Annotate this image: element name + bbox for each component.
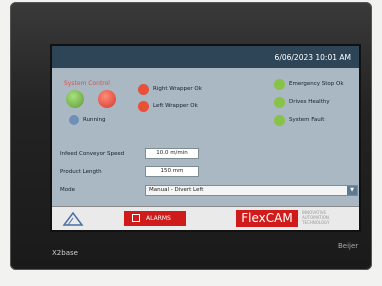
right-wrapper-label: Right Wrapper Ok	[153, 86, 202, 92]
footer-bar: ALARMS FlexCAM INNOVATIVE AUTOMATION TEC…	[52, 206, 359, 230]
mode-select[interactable]: Manual - Divert Left ▼	[145, 185, 358, 196]
infeed-speed-label: Infeed Conveyor Speed	[60, 151, 125, 157]
running-label: Running	[83, 117, 106, 123]
emergency-stop-lamp	[274, 79, 285, 90]
left-wrapper-label: Left Wrapper Ok	[153, 103, 198, 109]
alarms-label: ALARMS	[146, 215, 171, 222]
start-button[interactable]	[66, 90, 84, 108]
device-model-label: X2base	[52, 249, 78, 257]
brand-tagline: INNOVATIVE AUTOMATION TECHNOLOGY	[302, 210, 358, 225]
alarms-button[interactable]: ALARMS	[124, 211, 186, 226]
left-wrapper-lamp	[138, 101, 149, 112]
alarm-bell-icon	[132, 214, 140, 222]
system-fault-lamp	[274, 115, 285, 126]
stop-button[interactable]	[98, 90, 116, 108]
brand-logo: FlexCAM	[236, 210, 298, 227]
dropdown-arrow-icon[interactable]: ▼	[347, 186, 357, 195]
hmi-device: 6/06/2023 10:01 AM System Control Runnin…	[10, 2, 372, 270]
mode-label: Mode	[60, 187, 75, 193]
status-bar: 6/06/2023 10:01 AM	[52, 46, 359, 68]
product-length-field[interactable]: 150 mm	[145, 166, 199, 177]
datetime: 6/06/2023 10:01 AM	[274, 53, 351, 62]
running-indicator-lamp	[69, 115, 79, 125]
infeed-speed-field[interactable]: 10.0 m/min	[145, 148, 199, 159]
tagline-line: TECHNOLOGY	[302, 220, 330, 225]
right-wrapper-lamp	[138, 84, 149, 95]
system-fault-label: System Fault	[289, 117, 325, 123]
device-maker-label: Beijer	[338, 242, 359, 250]
drives-healthy-label: Drives Healthy	[289, 99, 330, 105]
drives-healthy-lamp	[274, 97, 285, 108]
logo-icon	[62, 211, 84, 226]
system-control-title: System Control	[64, 80, 110, 87]
mode-value: Manual - Divert Left	[149, 187, 204, 193]
product-length-label: Product Length	[60, 169, 102, 175]
hmi-screen: 6/06/2023 10:01 AM System Control Runnin…	[50, 44, 361, 232]
emergency-stop-label: Emergency Stop Ok	[289, 81, 344, 87]
